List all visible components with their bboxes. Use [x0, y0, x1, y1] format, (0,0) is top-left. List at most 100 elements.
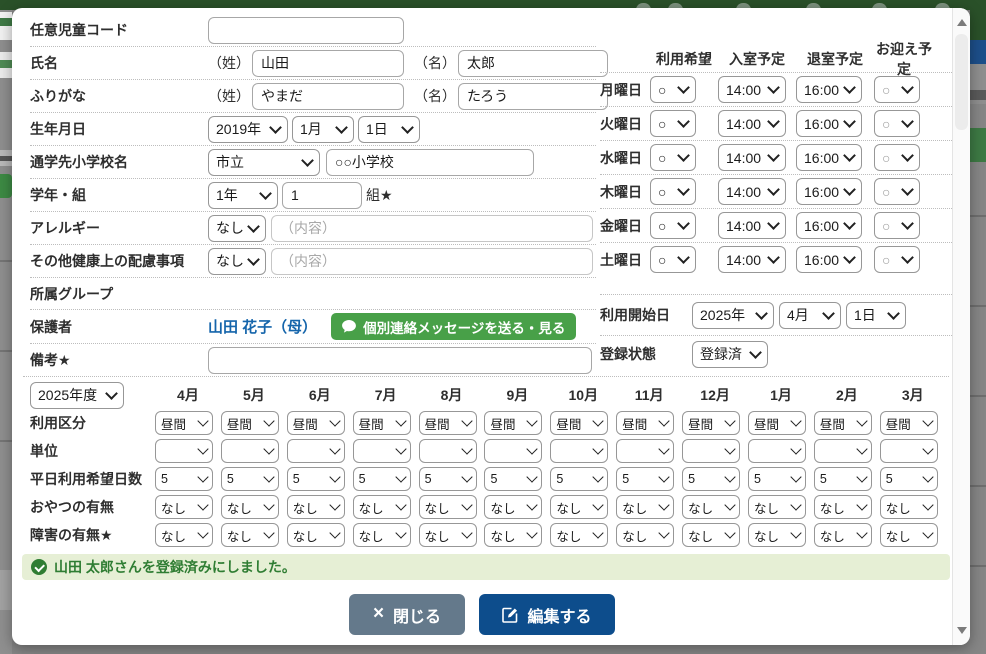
allergy-select[interactable]: なし	[208, 215, 266, 242]
month-value-select[interactable]: なし	[287, 523, 345, 547]
leave-time-select[interactable]: 16:00	[796, 144, 862, 171]
pickup-select[interactable]: ○	[874, 110, 920, 137]
grade-select[interactable]: 1年	[208, 182, 278, 209]
month-value-select[interactable]	[616, 439, 674, 463]
month-value-select[interactable]	[353, 439, 411, 463]
month-value-select[interactable]	[484, 439, 542, 463]
month-value-select[interactable]: 5	[221, 467, 279, 491]
allergy-detail-input[interactable]	[271, 215, 593, 242]
use-request-select[interactable]: ○	[650, 246, 696, 273]
month-value-select[interactable]: なし	[221, 495, 279, 519]
guardian-name-link[interactable]: 山田 花子（母）	[208, 316, 317, 337]
month-value-select[interactable]: 5	[748, 467, 806, 491]
status-select[interactable]: 登録済	[692, 341, 768, 368]
use-request-select[interactable]: ○	[650, 178, 696, 205]
kana-surname-input[interactable]	[252, 83, 404, 110]
month-value-select[interactable]: なし	[484, 523, 542, 547]
month-value-select[interactable]: なし	[155, 495, 213, 519]
month-value-select[interactable]: 昼間（	[880, 411, 938, 435]
month-value-select[interactable]: 昼間（	[353, 411, 411, 435]
month-value-select[interactable]: 昼間（	[814, 411, 872, 435]
birth-month-select[interactable]: 1月	[292, 116, 354, 143]
use-request-select[interactable]: ○	[650, 110, 696, 137]
month-value-select[interactable]: なし	[155, 523, 213, 547]
month-value-select[interactable]: なし	[880, 523, 938, 547]
health-detail-input[interactable]	[271, 248, 593, 275]
leave-time-select[interactable]: 16:00	[796, 110, 862, 137]
school-name-input[interactable]	[326, 149, 534, 176]
month-value-select[interactable]: なし	[880, 495, 938, 519]
scroll-up-arrow-icon[interactable]	[957, 19, 967, 26]
month-value-select[interactable]: なし	[748, 523, 806, 547]
month-value-select[interactable]: 昼間（	[484, 411, 542, 435]
enter-time-select[interactable]: 14:00	[718, 76, 786, 103]
month-value-select[interactable]: 昼間（	[748, 411, 806, 435]
month-value-select[interactable]: 5	[616, 467, 674, 491]
leave-time-select[interactable]: 16:00	[796, 178, 862, 205]
month-value-select[interactable]	[814, 439, 872, 463]
month-value-select[interactable]: 5	[550, 467, 608, 491]
enter-time-select[interactable]: 14:00	[718, 110, 786, 137]
start-day-select[interactable]: 1日	[846, 302, 906, 329]
month-value-select[interactable]: なし	[550, 495, 608, 519]
pickup-select[interactable]: ○	[874, 246, 920, 273]
month-value-select[interactable]: なし	[353, 523, 411, 547]
use-request-select[interactable]: ○	[650, 212, 696, 239]
month-value-select[interactable]: 5	[353, 467, 411, 491]
month-value-select[interactable]: 5	[419, 467, 477, 491]
health-select[interactable]: なし	[208, 248, 266, 275]
month-value-select[interactable]: 5	[814, 467, 872, 491]
month-value-select[interactable]: 昼間（	[682, 411, 740, 435]
leave-time-select[interactable]: 16:00	[796, 212, 862, 239]
month-value-select[interactable]	[550, 439, 608, 463]
month-value-select[interactable]: なし	[682, 523, 740, 547]
month-value-select[interactable]	[155, 439, 213, 463]
month-value-select[interactable]: なし	[748, 495, 806, 519]
month-value-select[interactable]	[748, 439, 806, 463]
leave-time-select[interactable]: 16:00	[796, 76, 862, 103]
kana-givenname-input[interactable]	[458, 83, 608, 110]
birth-day-select[interactable]: 1日	[358, 116, 420, 143]
month-value-select[interactable]: なし	[419, 495, 477, 519]
month-value-select[interactable]: 昼間（	[419, 411, 477, 435]
month-value-select[interactable]: 5	[880, 467, 938, 491]
school-type-select[interactable]: 市立	[208, 149, 320, 176]
month-value-select[interactable]: 5	[287, 467, 345, 491]
month-value-select[interactable]: 5	[682, 467, 740, 491]
use-request-select[interactable]: ○	[650, 76, 696, 103]
enter-time-select[interactable]: 14:00	[718, 144, 786, 171]
month-value-select[interactable]: なし	[221, 523, 279, 547]
pickup-select[interactable]: ○	[874, 212, 920, 239]
scroll-down-arrow-icon[interactable]	[957, 627, 967, 634]
month-value-select[interactable]: なし	[616, 523, 674, 547]
month-value-select[interactable]	[221, 439, 279, 463]
edit-button[interactable]: 編集する	[479, 594, 615, 635]
month-value-select[interactable]: 5	[484, 467, 542, 491]
month-value-select[interactable]	[419, 439, 477, 463]
enter-time-select[interactable]: 14:00	[718, 178, 786, 205]
start-month-select[interactable]: 4月	[779, 302, 841, 329]
month-value-select[interactable]: なし	[682, 495, 740, 519]
note-input[interactable]	[208, 347, 592, 374]
use-request-select[interactable]: ○	[650, 144, 696, 171]
pickup-select[interactable]: ○	[874, 144, 920, 171]
pickup-select[interactable]: ○	[874, 178, 920, 205]
month-value-select[interactable]: 昼間（	[287, 411, 345, 435]
givenname-input[interactable]	[458, 50, 608, 77]
close-button[interactable]: × 閉じる	[349, 594, 465, 635]
child-code-input[interactable]	[208, 17, 404, 44]
month-value-select[interactable]: なし	[353, 495, 411, 519]
month-value-select[interactable]: 昼間（	[550, 411, 608, 435]
month-value-select[interactable]: 昼間（	[155, 411, 213, 435]
surname-input[interactable]	[252, 50, 404, 77]
month-value-select[interactable]	[880, 439, 938, 463]
fiscal-year-select[interactable]: 2025年度	[30, 382, 124, 409]
start-year-select[interactable]: 2025年	[692, 302, 774, 329]
month-value-select[interactable]: なし	[814, 523, 872, 547]
send-message-button[interactable]: 個別連絡メッセージを送る・見る	[331, 313, 576, 340]
class-input[interactable]	[282, 182, 362, 209]
scrollbar-thumb[interactable]	[955, 34, 968, 130]
month-value-select[interactable]	[682, 439, 740, 463]
modal-scrollbar[interactable]	[952, 8, 970, 645]
month-value-select[interactable]: なし	[419, 523, 477, 547]
